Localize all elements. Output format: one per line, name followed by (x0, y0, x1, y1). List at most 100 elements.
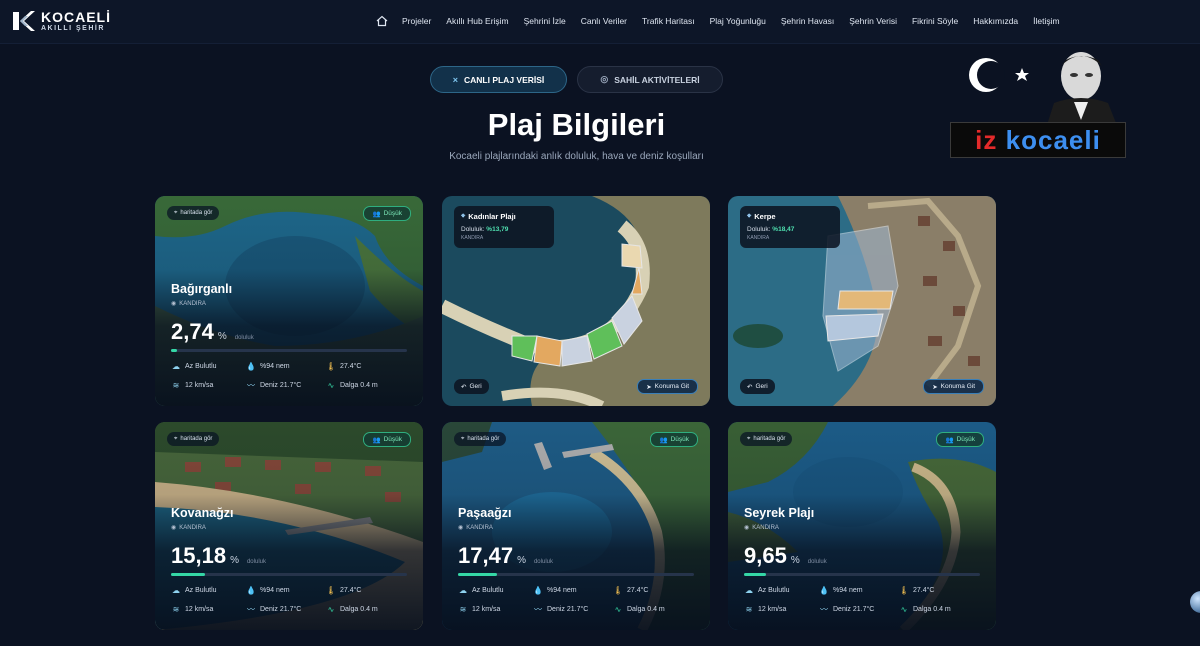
go-to-location-button[interactable]: ➤ Konuma Git (637, 379, 698, 394)
wind-icon: ≋ (745, 605, 753, 614)
people-icon: 👥 (659, 436, 668, 444)
menu-trafik-haritasi[interactable]: Trafik Haritası (642, 16, 695, 26)
menu-sehrin-havasi[interactable]: Şehrin Havası (781, 16, 834, 26)
menu-sehrini-izle[interactable]: Şehrini İzle (524, 16, 566, 26)
beach-name: Kovanağzı (171, 506, 234, 520)
metric-weather-text: Az Bulutlu (185, 363, 217, 370)
iz-kocaeli-emblem: iz kocaeli (950, 50, 1126, 158)
status-badge[interactable]: 👥 Düşük (936, 432, 984, 447)
location-icon: ◉ (458, 525, 464, 531)
brand-logo[interactable]: KOCAELİ AKILLI ŞEHİR (10, 8, 111, 34)
beach-card-kovanagzi[interactable]: ⌖ haritada gör 👥 Düşük Kovanağzı ◉ KANDIRA … (155, 422, 423, 630)
map-view-chip[interactable]: ⌖ haritada gör (740, 432, 793, 446)
metric-humidity-text: %94 nem (260, 587, 290, 594)
waves-icon: 〰 (820, 605, 828, 614)
beach-card-kerpe[interactable]: ⌖ Kerpe Doluluk: %18,47 KANDIRA ↶ Geri ➤ Ko… (728, 196, 996, 406)
occupancy-bar (171, 573, 407, 576)
cloud-icon: ☁ (459, 586, 467, 595)
activity-icon: ∿ (900, 605, 908, 614)
menu-fikrini-soyle[interactable]: Fikrini Söyle (912, 16, 958, 26)
beach-card-bagirganli[interactable]: ⌖ haritada gör 👥 Düşük Bağırganlı ◉ KANDIRA… (155, 196, 423, 406)
occupancy-bar-fill (458, 573, 498, 576)
menu-iletisim[interactable]: İletişim (1033, 16, 1059, 26)
tab-sahil-aktiviteleri[interactable]: ◎ SAHİL AKTİVİTELERİ (577, 66, 723, 93)
metric-wave: ∿ Dalga 0.4 m (899, 605, 951, 614)
occupancy-number: 17,47 (458, 543, 514, 568)
metric-temp-text: 27.4°C (340, 587, 362, 594)
percent-symbol: % (517, 555, 526, 566)
metric-wind: ≋ 12 km/sa (458, 605, 533, 614)
map-view-chip[interactable]: ⌖ haritada gör (167, 206, 220, 220)
beach-card-seyrek-plaji[interactable]: ⌖ haritada gör 👥 Düşük Seyrek Plajı ◉ KANDI… (728, 422, 996, 630)
metric-sea-text: Deniz 21.7°C (833, 606, 875, 613)
menu-sehrin-verisi[interactable]: Şehrin Verisi (849, 16, 897, 26)
metric-wave-text: Dalga 0.4 m (340, 606, 378, 613)
beach-card-kadinlar-plaji[interactable]: ⌖ Kadınlar Plajı Doluluk: %13,79 KANDIRA … (442, 196, 710, 406)
back-arrow-icon: ↶ (747, 383, 753, 391)
droplet-icon: 💧 (246, 362, 256, 371)
cloud-icon: ☁ (745, 586, 753, 595)
metric-weather-text: Az Bulutlu (758, 587, 790, 594)
brand-name: KOCAELİ (41, 9, 111, 25)
map-chip-label: haritada gör (467, 436, 500, 442)
metric-temp-text: 27.4°C (913, 587, 935, 594)
status-badge[interactable]: 👥 Düşük (363, 432, 411, 447)
status-badge[interactable]: 👥 Düşük (650, 432, 698, 447)
brand-tagline: AKILLI ŞEHİR (41, 25, 105, 32)
metric-sea: 〰 Deniz 21.7°C (819, 604, 899, 615)
metric-humidity-text: %94 nem (547, 587, 577, 594)
back-button[interactable]: ↶ Geri (740, 379, 775, 394)
metric-weather: ☁ Az Bulutlu (458, 586, 533, 595)
back-button[interactable]: ↶ Geri (454, 379, 489, 394)
main-menu: Projeler Akıllı Hub Erişim Şehrini İzle … (376, 15, 1075, 27)
activity-icon: ∿ (327, 605, 335, 614)
metric-temp: 🌡 27.4°C (613, 586, 648, 595)
home-icon[interactable] (376, 15, 388, 27)
occupancy-value: 9,65% doluluk (744, 543, 827, 569)
map-view-chip[interactable]: ⌖ haritada gör (167, 432, 220, 446)
go-to-location-button[interactable]: ➤ Konuma Git (923, 379, 984, 394)
back-arrow-icon: ↶ (461, 383, 467, 391)
occupancy-value: 15,18% doluluk (171, 543, 266, 569)
pin-icon: ⌖ (747, 211, 752, 220)
occupancy-line: Doluluk: %18,47 (747, 226, 833, 233)
status-badge[interactable]: 👥 Düşük (363, 206, 411, 221)
pin-icon: ⌖ (461, 435, 465, 442)
occupancy-value: 2,74% doluluk (171, 319, 254, 345)
status-label: Düşük (956, 436, 975, 443)
metric-humidity: 💧 %94 nem (533, 586, 613, 595)
occupancy-bar-fill (744, 573, 766, 576)
beach-card-pasaagzi[interactable]: ⌖ haritada gör 👥 Düşük Paşaağzı ◉ KANDIRA 1… (442, 422, 710, 630)
waves-icon: 〰 (534, 605, 542, 614)
wind-icon: ≋ (459, 605, 467, 614)
metric-temp: 🌡 27.4°C (899, 586, 934, 595)
menu-akilli-hub[interactable]: Akıllı Hub Erişim (446, 16, 508, 26)
map-chip-label: haritada gör (180, 436, 213, 442)
occupancy-number: 9,65 (744, 543, 787, 568)
map-view-chip[interactable]: ⌖ haritada gör (454, 432, 507, 446)
menu-hakkimizda[interactable]: Hakkımızda (973, 16, 1018, 26)
occupancy-label: Doluluk: (747, 226, 771, 233)
metric-humidity: 💧 %94 nem (246, 362, 326, 371)
beach-district: ◉ KANDIRA (171, 524, 206, 532)
menu-canli-veriler[interactable]: Canlı Veriler (581, 16, 627, 26)
occupancy-line: Doluluk: %13,79 (461, 226, 547, 233)
metric-wind-text: 12 km/sa (472, 606, 501, 613)
beach-district: ◉ KANDIRA (171, 300, 206, 308)
district-label: KANDIRA (466, 524, 493, 531)
occupancy-label: doluluk (807, 559, 827, 565)
metric-sea-text: Deniz 21.7°C (260, 382, 302, 389)
tab-canli-plaj-verisi[interactable]: × CANLI PLAJ VERİSİ (430, 66, 567, 93)
chat-assistant-icon[interactable] (1190, 591, 1200, 613)
droplet-icon: 💧 (246, 586, 256, 595)
check-circle-icon: ◎ (600, 74, 609, 84)
metric-weather: ☁ Az Bulutlu (744, 586, 819, 595)
metric-wind-text: 12 km/sa (758, 606, 787, 613)
waves-icon: 〰 (247, 605, 255, 614)
metric-sea: 〰 Deniz 21.7°C (246, 604, 326, 615)
menu-projeler[interactable]: Projeler (402, 16, 431, 26)
tab-label: CANLI PLAJ VERİSİ (463, 74, 545, 85)
location-icon: ◉ (171, 301, 177, 307)
menu-plaj-yogunlugu[interactable]: Plaj Yoğunluğu (710, 16, 766, 26)
thermometer-icon: 🌡 (899, 586, 910, 595)
